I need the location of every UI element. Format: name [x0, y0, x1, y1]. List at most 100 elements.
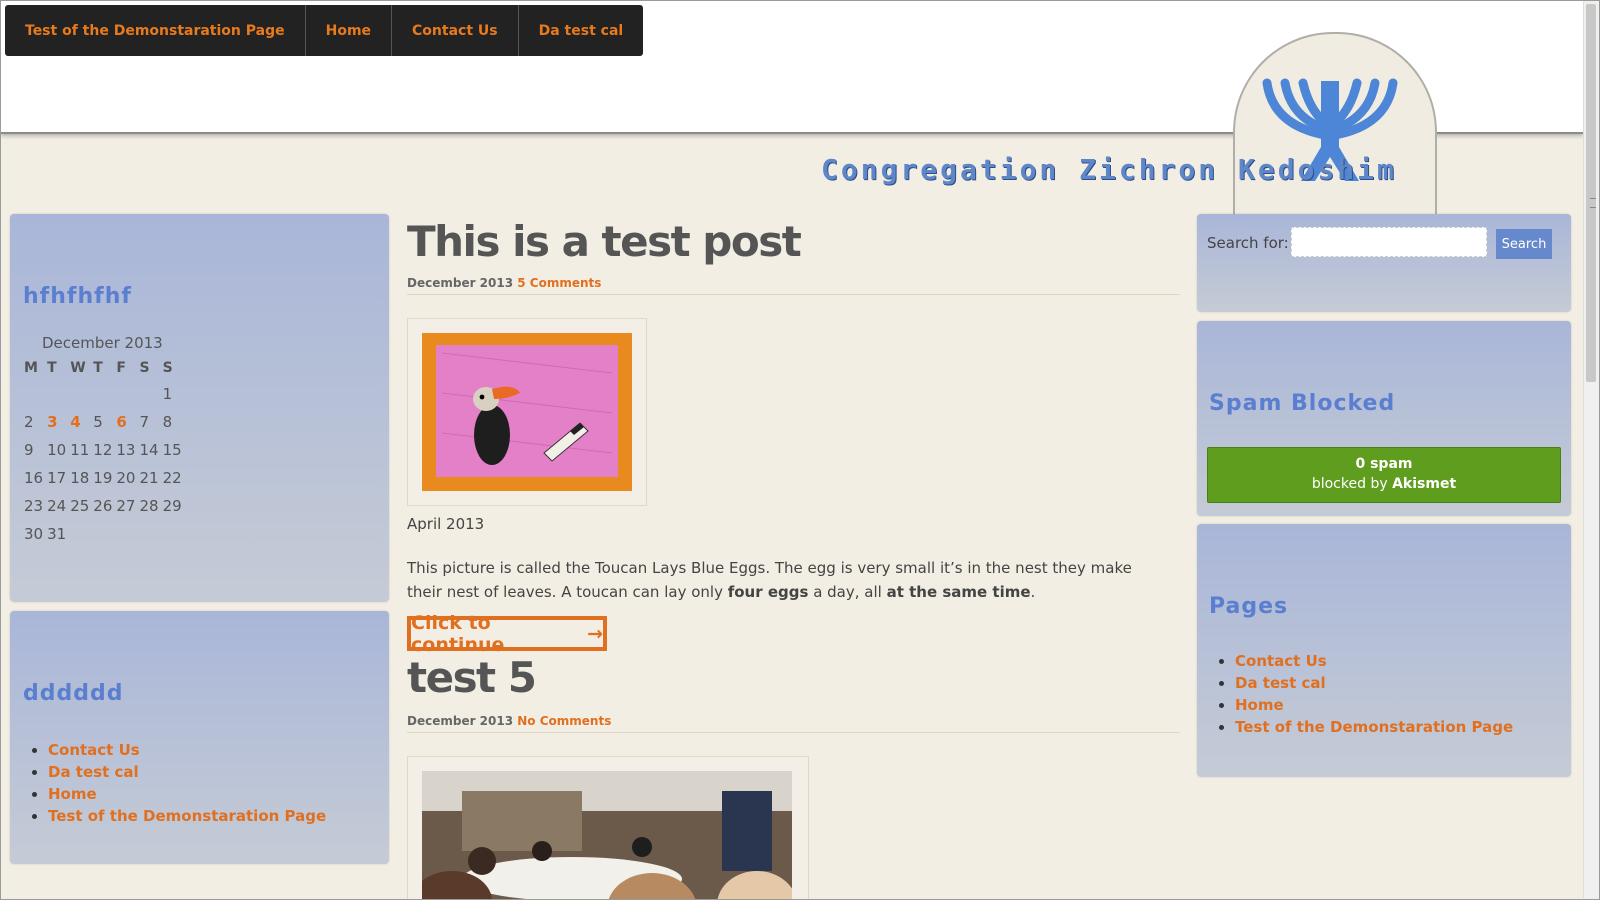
calendar-day	[45, 380, 68, 408]
page-link-demonstration-page[interactable]: Test of the Demonstaration Page	[48, 807, 326, 825]
calendar-day: 15	[162, 441, 182, 459]
calendar-widget-title: hfhfhfhf	[23, 284, 132, 309]
page-link-da-test-cal[interactable]: Da test cal	[48, 763, 139, 781]
page-link-demonstration-page[interactable]: Test of the Demonstaration Page	[1235, 718, 1513, 736]
nav-item-demonstration-page[interactable]: Test of the Demonstaration Page	[5, 5, 306, 56]
calendar-day: 14	[139, 441, 159, 459]
calendar-day: 26	[93, 497, 113, 515]
excerpt-bold: four eggs	[727, 583, 809, 601]
page-link-home[interactable]: Home	[48, 785, 97, 803]
nav-item-home[interactable]: Home	[306, 5, 393, 56]
list-item: Test of the Demonstaration Page	[1235, 718, 1513, 736]
arrow-right-icon: →	[587, 622, 603, 645]
calendar-day: 31	[47, 525, 67, 543]
calendar: December 2013 MTWTFSS 1 2 3 4 5 6 7 8 9 10 11 12 13 1…	[22, 334, 184, 548]
calendar-day: 27	[116, 497, 136, 515]
calendar-day: 29	[162, 497, 182, 515]
list-item: Contact Us	[48, 741, 326, 759]
list-item: Home	[48, 785, 326, 803]
calendar-day: 11	[70, 441, 90, 459]
post-title[interactable]: This is a test post	[407, 217, 802, 266]
calendar-weekday: S	[162, 360, 173, 376]
excerpt-text: .	[1030, 583, 1036, 601]
calendar-day	[137, 380, 160, 408]
calendar-day: 13	[116, 441, 136, 459]
calendar-day: 28	[139, 497, 159, 515]
calendar-week: 9 10 11 12 13 14 15	[22, 436, 184, 464]
calendar-day	[114, 520, 137, 548]
list-item: Contact Us	[1235, 652, 1513, 670]
vertical-scrollbar[interactable]	[1583, 2, 1598, 898]
calendar-day: 23	[24, 497, 44, 515]
calendar-day: 25	[70, 497, 90, 515]
post-comments-link[interactable]: No Comments	[517, 714, 611, 728]
spam-widget-title: Spam Blocked	[1209, 391, 1396, 416]
calendar-day: 18	[70, 469, 90, 487]
calendar-day: 21	[139, 469, 159, 487]
calendar-day-link[interactable]: 6	[114, 408, 137, 436]
nav-item-contact-us[interactable]: Contact Us	[392, 5, 519, 56]
excerpt-bold: at the same time	[886, 583, 1031, 601]
search-button[interactable]: Search	[1496, 229, 1552, 259]
scrollbar-thumb[interactable]	[1586, 4, 1596, 382]
post-comments-link[interactable]: 5 Comments	[517, 276, 601, 290]
post-image-frame	[407, 756, 809, 900]
calendar-day	[91, 520, 114, 548]
page-link-contact-us[interactable]: Contact Us	[1235, 652, 1327, 670]
continue-reading-button[interactable]: Click to continue →	[407, 612, 607, 656]
left-pages-widget: dddddd Contact Us Da test cal Home Test …	[10, 611, 389, 864]
calendar-day: 10	[47, 441, 67, 459]
nav-item-da-test-cal[interactable]: Da test cal	[519, 5, 644, 56]
calendar-weekday: W	[70, 360, 86, 376]
calendar-days: 1 2 3 4 5 6 7 8 9 10 11 12 13 14 15 16 17 18 19 20 21 22 23 24 2…	[22, 380, 184, 548]
calendar-day: 20	[116, 469, 136, 487]
calendar-week: 30 31	[22, 520, 184, 548]
calendar-day-link[interactable]: 3	[45, 408, 68, 436]
akismet-counter[interactable]: 0 spam blocked by Akismet	[1207, 447, 1561, 503]
page-link-contact-us[interactable]: Contact Us	[48, 741, 140, 759]
list-item: Home	[1235, 696, 1513, 714]
calendar-weekdays: MTWTFSS	[22, 356, 184, 380]
calendar-weekday: T	[93, 360, 103, 376]
calendar-day: 5	[93, 413, 103, 431]
site-title[interactable]: Congregation Zichron Kedoshim	[821, 153, 1397, 186]
calendar-day: 16	[24, 469, 44, 487]
search-input[interactable]	[1291, 227, 1487, 257]
calendar-weekday: F	[116, 360, 126, 376]
calendar-day	[68, 520, 91, 548]
excerpt-text: a day, all	[808, 583, 887, 601]
calendar-day: 1	[162, 385, 173, 403]
spam-count: 0 spam	[1355, 456, 1413, 472]
page-link-home[interactable]: Home	[1235, 696, 1284, 714]
page-link-da-test-cal[interactable]: Da test cal	[1235, 674, 1326, 692]
calendar-week: 16 17 18 19 20 21 22	[22, 464, 184, 492]
calendar-day: 30	[24, 525, 44, 543]
calendar-weekday: T	[47, 360, 57, 376]
toucan-drawing-image[interactable]	[422, 333, 632, 491]
post-divider	[407, 294, 1180, 295]
right-pages-widget: Pages Contact Us Da test cal Home Test o…	[1197, 524, 1571, 777]
calendar-table: MTWTFSS 1 2 3 4 5 6 7 8 9 10 11 12 13 14 15 16 17 18 19 20 2…	[22, 356, 184, 548]
search-label: Search for:	[1207, 234, 1289, 252]
calendar-week: 23 24 25 26 27 28 29	[22, 492, 184, 520]
scrollbar-grip-icon	[1590, 198, 1596, 208]
calendar-day: 17	[47, 469, 67, 487]
list-item: Da test cal	[48, 763, 326, 781]
calendar-caption: December 2013	[42, 334, 163, 352]
calendar-day	[91, 380, 114, 408]
calendar-day	[68, 380, 91, 408]
left-pages-list: Contact Us Da test cal Home Test of the …	[10, 737, 326, 829]
calendar-day: 7	[139, 413, 150, 431]
event-photo-image[interactable]	[422, 771, 792, 900]
post-divider	[407, 732, 1180, 733]
post-image-frame	[407, 318, 647, 506]
calendar-day: 8	[162, 413, 173, 431]
calendar-day-link[interactable]: 4	[68, 408, 91, 436]
calendar-day: 24	[47, 497, 67, 515]
calendar-widget: hfhfhfhf December 2013 MTWTFSS 123456789…	[10, 214, 389, 602]
right-pages-widget-title: Pages	[1209, 594, 1289, 619]
post-title[interactable]: test 5	[407, 653, 537, 702]
calendar-weekday: S	[139, 360, 150, 376]
post-excerpt: This picture is called the Toucan Lays B…	[407, 556, 1167, 604]
calendar-weekday: M	[24, 360, 38, 376]
